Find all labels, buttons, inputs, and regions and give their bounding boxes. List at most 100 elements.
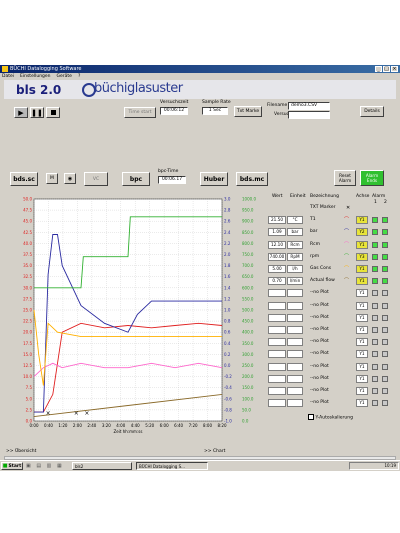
- alarm2-led[interactable]: [382, 363, 388, 370]
- m-button[interactable]: M: [46, 173, 58, 184]
- table-row: --no Plot Y1: [268, 313, 396, 323]
- axis-selector[interactable]: Y1: [356, 399, 368, 408]
- maximize-button[interactable]: □: [383, 66, 390, 72]
- alarm1-led[interactable]: [372, 339, 378, 346]
- alarm1-led[interactable]: [372, 314, 378, 321]
- alarm1-led[interactable]: [372, 278, 378, 285]
- alarm2-led[interactable]: [382, 253, 388, 260]
- camera-button[interactable]: ◉: [64, 173, 76, 184]
- reset-alarm-button[interactable]: Reset Alarm: [334, 170, 356, 186]
- alarm1-led[interactable]: [372, 400, 378, 407]
- axis-selector[interactable]: Y1: [356, 216, 368, 225]
- alarm1-led[interactable]: [372, 217, 378, 224]
- y-right2-tick: 50.0: [242, 407, 251, 412]
- start-button[interactable]: ■ Start: [1, 462, 23, 470]
- channel-name: Rcm: [310, 241, 320, 247]
- x-axis-label: Zeit hh:mm:ss: [114, 429, 143, 434]
- channel-name: --no Plot: [310, 351, 329, 357]
- y-right1-tick: 2.2: [224, 241, 231, 246]
- taskbar-item-bls2[interactable]: bls2: [72, 462, 132, 470]
- tab-uebersicht[interactable]: >> Übersicht: [6, 449, 36, 454]
- value-cell: [268, 338, 286, 347]
- x-tick: 4:40: [131, 423, 140, 428]
- pause-button[interactable]: ❚❚: [30, 107, 44, 118]
- txt-marke-button[interactable]: Txt Marke: [234, 106, 262, 117]
- alarm2-led[interactable]: [382, 314, 388, 321]
- bds-mc-button[interactable]: bds.mc: [236, 172, 268, 186]
- alarm1-led[interactable]: [372, 229, 378, 236]
- versuch-field[interactable]: [288, 111, 330, 119]
- alarm2-led[interactable]: [382, 229, 388, 236]
- axis-selector[interactable]: Y3: [356, 252, 368, 261]
- axis-selector[interactable]: Y1: [356, 387, 368, 395]
- alarm1-led[interactable]: [372, 253, 378, 260]
- axis-selector[interactable]: Y1: [356, 374, 368, 383]
- alarm1-led[interactable]: [372, 351, 378, 358]
- alarm2-led[interactable]: [382, 375, 388, 382]
- alarm1-led[interactable]: [372, 375, 378, 382]
- alarm1-led[interactable]: [372, 363, 378, 370]
- line-style-icon[interactable]: ⌒: [344, 242, 352, 247]
- axis-selector[interactable]: Y1: [356, 350, 368, 359]
- line-style-icon[interactable]: ⌒: [344, 230, 352, 235]
- channel-name: Actual flow: [310, 278, 335, 284]
- alarm2-led[interactable]: [382, 302, 388, 309]
- alarm1-led[interactable]: [372, 302, 378, 309]
- alarm2-led[interactable]: [382, 327, 388, 333]
- bpc-button[interactable]: bpc: [122, 172, 150, 186]
- alarm1-led[interactable]: [372, 327, 378, 333]
- marker-icon: ×: [84, 410, 89, 417]
- menu-geraete[interactable]: Geräte: [57, 73, 72, 80]
- alarm1-led[interactable]: [372, 388, 378, 394]
- axis-selector[interactable]: Y1: [356, 240, 368, 249]
- y-right1-tick: -0.4: [224, 385, 232, 390]
- table-row: --no Plot Y1: [268, 387, 396, 396]
- time-start-button[interactable]: Time start: [124, 107, 156, 118]
- close-button[interactable]: ×: [391, 66, 398, 72]
- alarm2-led[interactable]: [382, 266, 388, 272]
- axis-selector[interactable]: Y1: [356, 289, 368, 298]
- stop-button[interactable]: [46, 107, 60, 118]
- alarm2-led[interactable]: [382, 400, 388, 407]
- tab-chart[interactable]: >> Chart: [204, 449, 225, 454]
- line-style-icon[interactable]: ⌒: [344, 267, 352, 272]
- axis-selector[interactable]: Y1: [356, 313, 368, 322]
- alarm1-led[interactable]: [372, 241, 378, 248]
- filename-field[interactable]: demo3.CSV: [288, 102, 330, 110]
- line-style-icon[interactable]: ⌒: [344, 279, 352, 284]
- menu-help[interactable]: ?: [78, 73, 80, 80]
- alarm2-led[interactable]: [382, 290, 388, 297]
- alarm2-led[interactable]: [382, 351, 388, 358]
- minimize-button[interactable]: _: [375, 66, 382, 72]
- y-right1-tick: 2.8: [224, 208, 231, 213]
- alarm2-led[interactable]: [382, 278, 388, 285]
- line-style-icon[interactable]: ⌒: [344, 218, 352, 223]
- axis-selector[interactable]: Y1: [356, 326, 368, 334]
- axis-selector[interactable]: Y1: [356, 301, 368, 310]
- menu-datei[interactable]: Datei: [2, 73, 14, 80]
- alarm2-led[interactable]: [382, 217, 388, 224]
- taskbar-item-datalogging[interactable]: BÜCHI Datalogging S...: [136, 462, 208, 470]
- axis-selector[interactable]: Y1: [356, 277, 368, 286]
- axis-selector[interactable]: Y1: [356, 362, 368, 371]
- axis-selector[interactable]: Y1: [356, 338, 368, 347]
- alarm2-led[interactable]: [382, 388, 388, 394]
- alarm1-led[interactable]: [372, 266, 378, 272]
- alarm1-led[interactable]: [372, 290, 378, 297]
- huber-button[interactable]: Huber: [200, 172, 228, 186]
- alarm2-led[interactable]: [382, 339, 388, 346]
- vc-button[interactable]: VC: [84, 172, 108, 186]
- bds-sc-button[interactable]: bds.sc: [10, 172, 38, 186]
- autoscale-checkbox[interactable]: Y-Autoskalierung: [308, 414, 353, 421]
- menu-einstellungen[interactable]: Einstellungen: [20, 73, 51, 80]
- details-button[interactable]: Details: [360, 106, 384, 117]
- axis-selector[interactable]: Y1: [356, 265, 368, 273]
- play-button[interactable]: ▶: [14, 107, 28, 118]
- sample-rate-field[interactable]: 1 Sec: [202, 107, 228, 115]
- x-tick: 8:00: [203, 423, 212, 428]
- marker-icon: ×: [74, 410, 79, 417]
- axis-selector[interactable]: Y2: [356, 228, 368, 237]
- y-right1-tick: -0.6: [224, 396, 232, 401]
- alarm2-led[interactable]: [382, 241, 388, 248]
- line-style-icon[interactable]: ⌒: [344, 254, 352, 259]
